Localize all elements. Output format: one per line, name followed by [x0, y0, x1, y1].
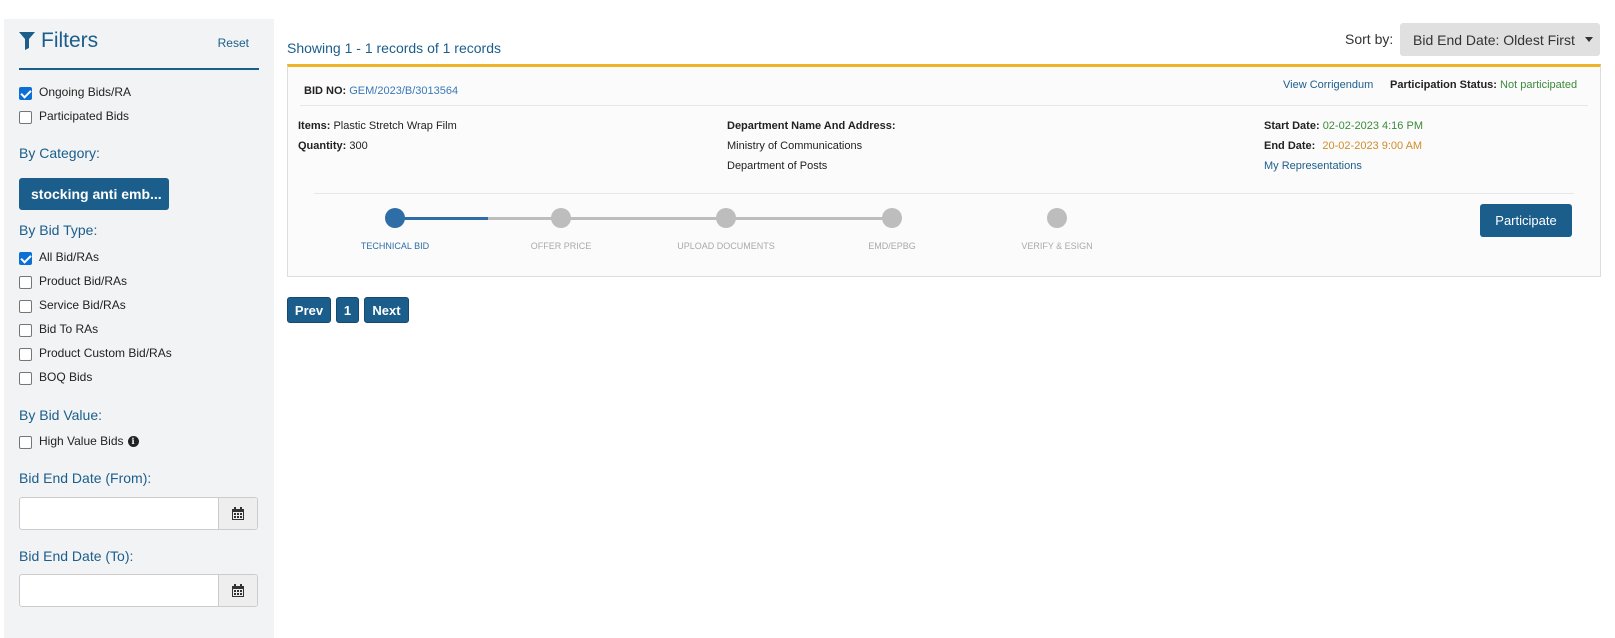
participation-status: Participation Status: Not participated: [1390, 79, 1577, 91]
filter-all-bids[interactable]: All Bid/RAs: [19, 249, 99, 265]
sort-label: Sort by:: [1345, 31, 1394, 47]
participated-bids-checkbox[interactable]: [19, 111, 32, 124]
start-date-value: 02-02-2023 4:16 PM: [1322, 120, 1423, 132]
start-date-info: Start Date: 02-02-2023 4:16 PM: [1264, 120, 1423, 132]
department-line-1: Ministry of Communications: [727, 140, 863, 152]
filter-ongoing-bids[interactable]: Ongoing Bids/RA: [19, 84, 131, 100]
caret-down-icon: [1584, 37, 1593, 42]
participation-status-label: Participation Status:: [1390, 79, 1497, 91]
bid-to-ras-label: Bid To RAs: [39, 322, 99, 336]
participation-status-value: Not participated: [1500, 79, 1578, 91]
info-icon[interactable]: i: [127, 435, 139, 447]
quantity-value: 300: [349, 140, 368, 152]
step-offer-price-dot: [551, 208, 571, 228]
bid-number-link[interactable]: GEM/2023/B/3013564: [349, 85, 458, 97]
sort-dropdown[interactable]: Bid End Date: Oldest First: [1400, 23, 1600, 56]
ongoing-bids-checkbox[interactable]: [19, 87, 32, 100]
product-custom-bids-label: Product Custom Bid/RAs: [39, 346, 172, 360]
card-divider: [300, 105, 1588, 106]
high-value-bids-checkbox[interactable]: [19, 436, 32, 449]
step-emd-epbg-dot: [882, 208, 902, 228]
product-bids-label: Product Bid/RAs: [39, 274, 128, 288]
filters-title: Filters: [19, 29, 98, 53]
participate-button[interactable]: Participate: [1480, 204, 1572, 237]
end-date-to-input[interactable]: [20, 575, 218, 606]
filters-sidebar: Filters Reset Ongoing Bids/RA Participat…: [4, 19, 274, 638]
step-label-technical-bid: TECHNICAL BID: [360, 241, 430, 251]
end-date-to-calendar-button[interactable]: [218, 575, 257, 606]
step-label-verify-esign: VERIFY & ESIGN: [1021, 241, 1093, 251]
end-date-from-calendar-button[interactable]: [218, 498, 257, 529]
view-corrigendum-link[interactable]: View Corrigendum: [1283, 79, 1373, 91]
page-1-button[interactable]: 1: [336, 297, 359, 323]
items-value: Plastic Stretch Wrap Film: [333, 120, 457, 132]
calendar-icon: [232, 583, 244, 597]
step-upload-documents-dot: [716, 208, 736, 228]
bid-card: BID NO: GEM/2023/B/3013564 View Corrigen…: [287, 64, 1601, 277]
high-value-bids-label: High Value Bids: [39, 434, 124, 448]
start-date-label: Start Date:: [1264, 120, 1320, 132]
filter-icon: [19, 32, 35, 50]
step-verify-esign-dot: [1047, 208, 1067, 228]
department-label: Department Name And Address:: [727, 120, 896, 132]
end-date-label: End Date:: [1264, 140, 1316, 152]
end-date-value: 20-02-2023 9:00 AM: [1322, 140, 1423, 152]
my-representations-link[interactable]: My Representations: [1264, 160, 1362, 172]
filter-high-value-bids[interactable]: High Value Bids i: [19, 433, 139, 449]
bid-type-section-label: By Bid Type:: [19, 222, 98, 238]
filter-product-bids[interactable]: Product Bid/RAs: [19, 273, 127, 289]
product-bids-checkbox[interactable]: [19, 276, 32, 289]
boq-bids-checkbox[interactable]: [19, 372, 32, 385]
filter-participated-bids[interactable]: Participated Bids: [19, 108, 129, 124]
end-date-from-input[interactable]: [20, 498, 218, 529]
end-date-from-group: [19, 497, 258, 530]
items-label: Items:: [298, 120, 331, 132]
calendar-icon: [232, 506, 244, 520]
prev-page-button[interactable]: Prev: [287, 297, 331, 323]
step-label-emd-epbg: EMD/EPBG: [868, 241, 916, 251]
filter-service-bids[interactable]: Service Bid/RAs: [19, 297, 126, 313]
card-divider: [314, 193, 1574, 194]
bid-number-label: BID NO:: [304, 85, 347, 97]
filter-product-custom-bids[interactable]: Product Custom Bid/RAs: [19, 345, 172, 361]
end-date-to-group: [19, 574, 258, 607]
step-technical-bid-dot: [385, 208, 405, 228]
quantity-label: Quantity:: [298, 140, 347, 152]
next-page-button[interactable]: Next: [364, 297, 409, 323]
filters-header: Filters Reset: [19, 29, 259, 70]
service-bids-label: Service Bid/RAs: [39, 298, 126, 312]
step-label-offer-price: OFFER PRICE: [530, 241, 592, 251]
category-section-label: By Category:: [19, 145, 100, 161]
end-date-to-label: Bid End Date (To):: [19, 548, 134, 564]
category-button[interactable]: stocking anti emb...: [19, 178, 169, 210]
filter-bid-to-ras[interactable]: Bid To RAs: [19, 321, 98, 337]
bid-number: BID NO: GEM/2023/B/3013564: [304, 85, 458, 97]
end-date-from-label: Bid End Date (From):: [19, 470, 152, 486]
participated-bids-label: Participated Bids: [39, 109, 130, 123]
step-label-upload-documents: UPLOAD DOCUMENTS: [677, 241, 775, 251]
quantity-info: Quantity: 300: [298, 140, 368, 152]
end-date-info: End Date: 20-02-2023 9:00 AM: [1264, 140, 1422, 152]
pagination: Prev 1 Next: [287, 297, 409, 323]
filters-title-text: Filters: [41, 29, 99, 52]
bid-value-section-label: By Bid Value:: [19, 407, 103, 423]
department-label-text: Department Name And Address:: [727, 120, 896, 132]
product-custom-bids-checkbox[interactable]: [19, 348, 32, 361]
bid-to-ras-checkbox[interactable]: [19, 324, 32, 337]
service-bids-checkbox[interactable]: [19, 300, 32, 313]
reset-link[interactable]: Reset: [218, 36, 249, 50]
filter-boq-bids[interactable]: BOQ Bids: [19, 369, 92, 385]
all-bids-label: All Bid/RAs: [39, 250, 100, 264]
ongoing-bids-label: Ongoing Bids/RA: [39, 85, 132, 99]
boq-bids-label: BOQ Bids: [39, 370, 93, 384]
sort-dropdown-value: Bid End Date: Oldest First: [1413, 31, 1575, 48]
progress-track-fill: [395, 217, 488, 220]
results-count-text: Showing 1 - 1 records of 1 records: [287, 40, 501, 56]
all-bids-checkbox[interactable]: [19, 252, 32, 265]
department-line-2: Department of Posts: [727, 160, 828, 172]
items-info: Items: Plastic Stretch Wrap Film: [298, 120, 457, 132]
